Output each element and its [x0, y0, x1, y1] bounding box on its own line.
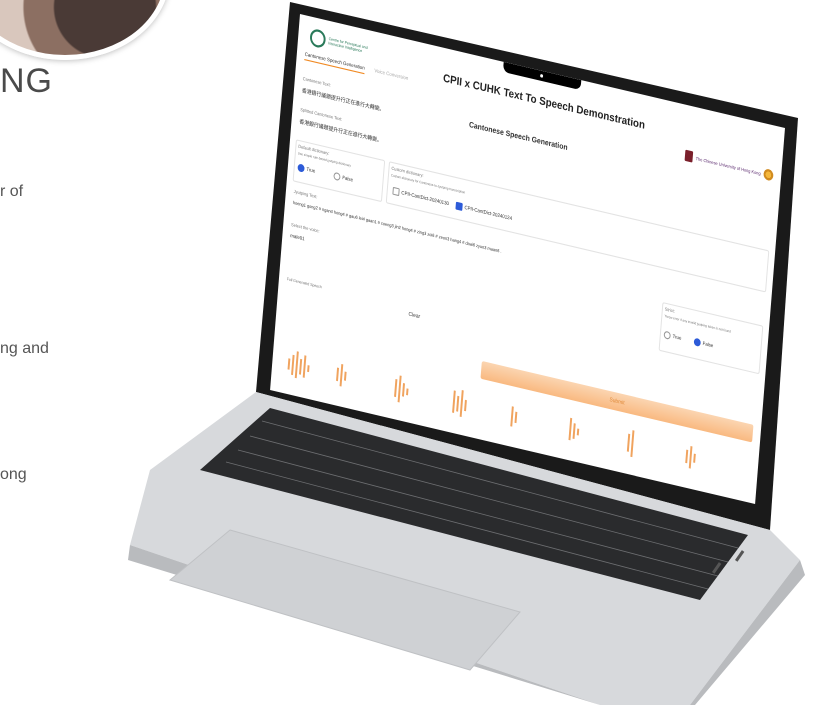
radio-unselected-icon — [333, 171, 341, 182]
org-logo-text: Centre for Perceptual and Interactive In… — [328, 36, 368, 54]
clear-button[interactable]: Clear — [355, 293, 473, 338]
screen-viewport: Centre for Perceptual and Interactive In… — [0, 0, 814, 705]
voice-select[interactable]: male01 — [290, 233, 305, 242]
panel-title: Cantonese Speech Generation — [468, 121, 568, 153]
camera-icon — [540, 73, 544, 78]
voice-select-label: Select the voice: — [290, 221, 320, 234]
strict-label: Strict: — [664, 306, 676, 314]
generated-speech-label: Full Generated Speech — [286, 276, 322, 290]
university-logo: The Chinese University of Hong Kong — [684, 149, 774, 182]
cuhk-crest-icon — [684, 149, 694, 163]
custom-dictionary-box: Custom dictionary: Custom dictionary for… — [385, 161, 770, 293]
radio-selected-icon — [693, 337, 701, 347]
default-dictionary-false-radio[interactable]: False — [333, 171, 354, 184]
radio-label: True — [306, 166, 316, 174]
radio-label: False — [342, 174, 354, 183]
tts-app-screen: Centre for Perceptual and Interactive In… — [270, 14, 786, 505]
radio-label: True — [672, 333, 682, 341]
strict-true-radio[interactable]: True — [663, 330, 682, 343]
camera-notch — [502, 61, 582, 91]
university-name: The Chinese University of Hong Kong — [695, 154, 761, 176]
radio-selected-icon — [297, 163, 305, 173]
strict-false-radio[interactable]: False — [693, 337, 714, 350]
custom-dict-20240124-checkbox[interactable]: CPII-CantDict-20240124 — [455, 201, 513, 223]
default-dictionary-true-radio[interactable]: True — [297, 163, 315, 175]
checkbox-label: CPII-CantDict-20240130 — [401, 189, 450, 207]
org-logo-icon — [309, 27, 327, 50]
strict-box: Strict: Throw error if any invalid jyutp… — [658, 302, 764, 375]
radio-unselected-icon — [663, 330, 671, 340]
jyutping-label: Jyutping Text: — [293, 188, 318, 200]
sun-logo-icon — [763, 168, 774, 182]
checkbox-unchecked-icon — [392, 186, 400, 197]
checkbox-checked-icon — [455, 201, 463, 211]
radio-label: False — [702, 340, 714, 349]
cantonese-text-label: Cantonese Text: — [302, 75, 331, 88]
custom-dict-20240130-checkbox[interactable]: CPII-CantDict-20240130 — [392, 186, 450, 208]
checkbox-label: CPII-CantDict-20240124 — [464, 204, 513, 222]
strict-hint: Throw error if any invalid jyutping toke… — [664, 313, 731, 334]
tab-voice-conversion[interactable]: Voice Conversion — [374, 68, 408, 85]
